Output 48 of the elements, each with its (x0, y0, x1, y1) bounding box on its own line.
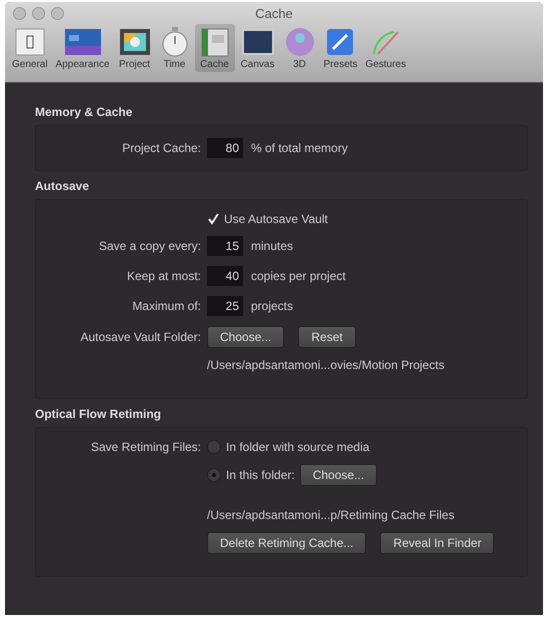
choose-button[interactable]: Choose... (207, 326, 284, 348)
close-button[interactable] (13, 7, 26, 20)
toolbar-tab[interactable]: Project (114, 24, 155, 72)
window-title: Cache (255, 6, 293, 20)
checkbox-label: Use Autosave Vault (224, 212, 328, 226)
toolbar-tab[interactable]: General (9, 24, 51, 72)
toolbar-tab[interactable]: Cache (194, 24, 235, 72)
field-label: Save a copy every: (98, 239, 201, 253)
field-label: Project Cache: (121, 141, 201, 155)
window-icon (62, 26, 103, 58)
field-label: Autosave Vault Folder: (79, 330, 201, 344)
radio-button[interactable] (207, 440, 221, 454)
folder-path: /Users/apdsantamoni...ovies/Motion Projects (207, 358, 446, 372)
folder-path: /Users/apdsantamoni...p/Retiming Cache Files (207, 508, 456, 522)
reveal-button[interactable]: Reveal In Finder (380, 532, 494, 554)
unit-label: projects (251, 299, 294, 313)
toolbar-tab[interactable]: Gestures (362, 24, 409, 72)
minimize-button[interactable] (32, 7, 45, 20)
toolbar-tab[interactable]: 3D (280, 24, 319, 72)
toolbar-tab[interactable]: Canvas (236, 24, 279, 72)
choose-button[interactable]: Choose... (300, 464, 378, 486)
field-label: Keep at most: (126, 269, 201, 283)
field-label: Maximum of: (131, 299, 201, 313)
section-title: Autosave (35, 179, 90, 193)
sphere-icon (284, 26, 316, 58)
field-label: Save Retiming Files: (90, 440, 201, 454)
unit-label: minutes (251, 239, 294, 253)
radio-label: In folder with source media (226, 440, 370, 454)
input-field[interactable]: 40 (207, 266, 243, 286)
switch-icon (12, 26, 47, 58)
photo-icon (118, 26, 152, 58)
section-title: Optical Flow Retiming (35, 407, 162, 421)
stopwatch-icon (160, 26, 190, 58)
unit-label: copies per project (251, 269, 346, 283)
reset-button[interactable]: Reset (298, 326, 356, 348)
radio-button[interactable] (207, 468, 221, 482)
section-title: Memory & Cache (35, 105, 134, 119)
toolbar-tab[interactable]: Time (156, 24, 193, 72)
input-field[interactable]: 80 (207, 138, 243, 158)
toolbar-tab[interactable]: Appearance (52, 24, 113, 72)
zoom-button[interactable] (51, 7, 64, 20)
unit-label: % of total memory (251, 141, 348, 155)
toolbar-tab[interactable]: Presets (320, 24, 360, 72)
input-field[interactable]: 25 (207, 296, 243, 316)
radio-label: In this folder: (226, 468, 295, 482)
checkbox[interactable] (207, 213, 219, 225)
delete-cache-button[interactable]: Delete Retiming Cache... (207, 532, 366, 554)
input-field[interactable]: 15 (207, 236, 243, 256)
